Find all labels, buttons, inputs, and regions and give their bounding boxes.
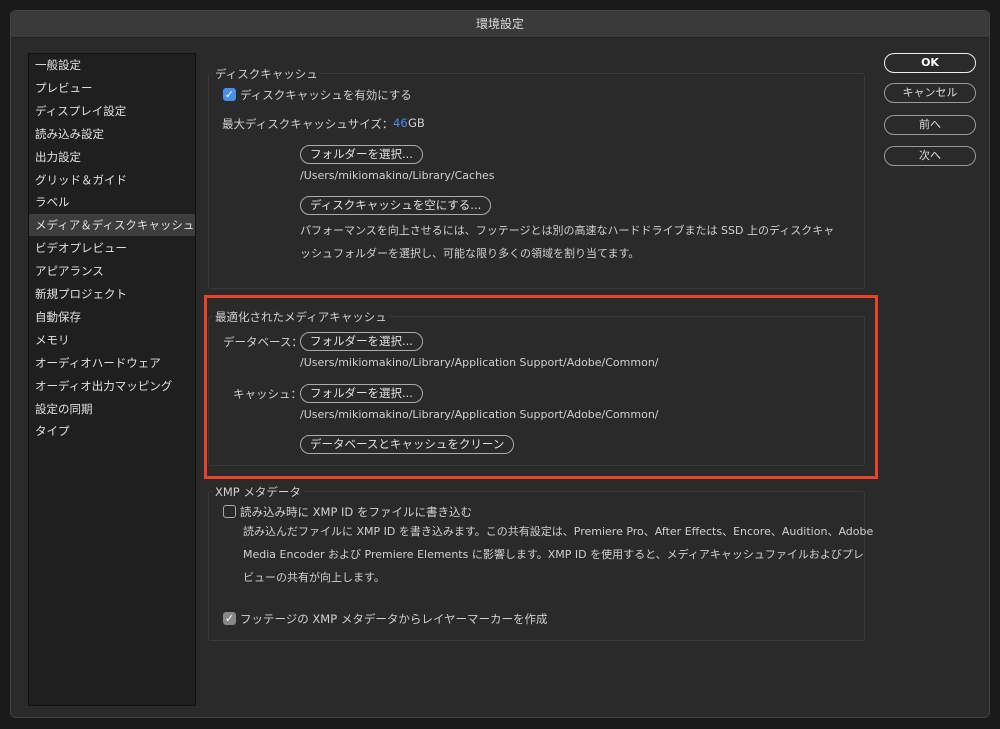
sidebar-item[interactable]: ディスプレイ設定	[29, 100, 195, 122]
xmp-desc-1: 読み込んだファイルに XMP ID を書き込みます。この共有設定は、Premie…	[243, 525, 874, 538]
disk-cache-title: ディスクキャッシュ	[212, 66, 321, 82]
sidebar-item[interactable]: オーディオハードウェア	[29, 352, 195, 374]
max-size-value[interactable]: 46	[393, 116, 408, 130]
check-icon: ✓	[224, 612, 235, 625]
write-xmp-id-checkbox[interactable]	[223, 505, 236, 518]
sidebar-item[interactable]: オーディオ出力マッピング	[29, 375, 195, 397]
xmp-desc-2: Media Encoder および Premiere Elements に影響し…	[243, 548, 864, 561]
sidebar: 一般設定 プレビュー ディスプレイ設定 読み込み設定 出力設定 グリッド＆ガイド ラベル メデ…	[28, 53, 196, 706]
disk-cache-hint-1: パフォーマンスを向上させるには、フッテージとは別の高速なハードドライブまたは S…	[300, 224, 835, 237]
sidebar-item[interactable]: メディア＆ディスクキャッシュ	[29, 214, 195, 237]
sidebar-item[interactable]: ビデオプレビュー	[29, 237, 195, 259]
preferences-dialog: 環境設定 一般設定 プレビュー ディスプレイ設定 読み込み設定 出力設定 グリッド＆ガイド…	[10, 10, 990, 718]
ok-button[interactable]: OK	[884, 53, 976, 73]
sidebar-item[interactable]: 設定の同期	[29, 398, 195, 420]
sidebar-item[interactable]: 一般設定	[29, 54, 195, 76]
cancel-button[interactable]: キャンセル	[884, 83, 976, 103]
sidebar-item[interactable]: 出力設定	[29, 146, 195, 168]
max-size-label: 最大ディスクキャッシュサイズ：	[222, 117, 394, 131]
xmp-desc-3: ビューの共有が向上します。	[243, 571, 385, 584]
previous-button[interactable]: 前へ	[884, 115, 976, 135]
disk-cache-path: /Users/mikiomakino/Library/Caches	[300, 169, 495, 182]
check-icon: ✓	[224, 88, 235, 101]
sidebar-item[interactable]: 新規プロジェクト	[29, 283, 195, 305]
sidebar-item[interactable]: メモリ	[29, 329, 195, 351]
enable-disk-cache-label: ディスクキャッシュを有効にする	[240, 88, 412, 102]
dialog-title: 環境設定	[11, 11, 989, 38]
sidebar-item[interactable]: アピアランス	[29, 260, 195, 282]
layer-marker-label: フッテージの XMP メタデータからレイヤーマーカーを作成	[240, 612, 548, 626]
highlight-box	[204, 295, 878, 479]
enable-disk-cache-checkbox[interactable]: ✓	[223, 88, 236, 101]
disk-cache-hint-2: ッシュフォルダーを選択し、可能な限り多くの領域を割り当てます。	[300, 247, 640, 260]
disk-cache-choose-folder-button[interactable]: フォルダーを選択...	[300, 145, 423, 164]
write-xmp-id-label: 読み込み時に XMP ID をファイルに書き込む	[240, 505, 472, 519]
sidebar-item[interactable]: ラベル	[29, 191, 195, 213]
sidebar-item[interactable]: 読み込み設定	[29, 123, 195, 145]
empty-disk-cache-button[interactable]: ディスクキャッシュを空にする...	[300, 196, 492, 215]
sidebar-item[interactable]: 自動保存	[29, 306, 195, 328]
next-button[interactable]: 次へ	[884, 146, 976, 166]
sidebar-item[interactable]: タイプ	[29, 420, 195, 442]
xmp-metadata-title: XMP メタデータ	[212, 484, 304, 500]
sidebar-item[interactable]: プレビュー	[29, 77, 195, 99]
sidebar-item[interactable]: グリッド＆ガイド	[29, 169, 195, 191]
layer-marker-checkbox[interactable]: ✓	[223, 612, 236, 625]
max-size-unit: GB	[408, 116, 425, 130]
